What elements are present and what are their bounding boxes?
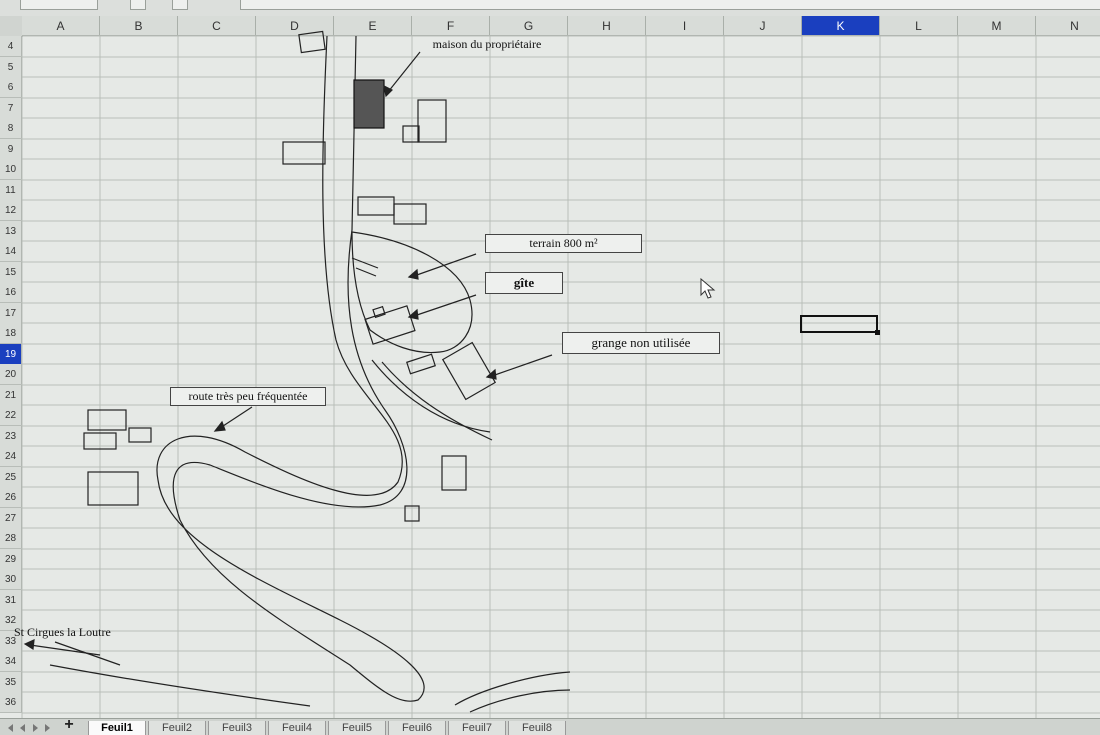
sheet-tab-6[interactable]: Feuil6	[388, 721, 446, 735]
cell-grid[interactable]	[0, 0, 1100, 734]
town-label: St Cirgues la Loutre	[14, 625, 111, 639]
fill-handle[interactable]	[875, 330, 880, 335]
sheet-tab-bar: + Feuil1 Feuil2 Feuil3 Feuil4 Feuil5 Feuil6 Fe…	[0, 717, 1100, 735]
owner-house-label: maison du propriétaire	[432, 37, 542, 51]
sheet-tab-1[interactable]: Feuil1	[88, 721, 146, 735]
sheet-tab-2[interactable]: Feuil2	[148, 721, 206, 735]
next-sheet-nav-icon[interactable]	[33, 724, 38, 732]
prev-sheet-nav-icon[interactable]	[20, 724, 25, 732]
spreadsheet-window: ABCDEFGHIJKLMN 4 5 6 7 8 9 10 11 12 13 14 15 16 17 18 1…	[0, 0, 1100, 735]
last-sheet-nav-icon[interactable]	[45, 724, 50, 732]
land-label: terrain 800 m²	[485, 234, 642, 253]
first-sheet-nav-icon[interactable]	[8, 724, 13, 732]
gite-label: gîte	[485, 272, 563, 294]
add-sheet-button[interactable]: +	[62, 717, 76, 733]
barn-label: grange non utilisée	[562, 332, 720, 354]
sheet-tab-8[interactable]: Feuil8	[508, 721, 566, 735]
mouse-pointer-icon	[700, 278, 716, 299]
sheet-tab-7[interactable]: Feuil7	[448, 721, 506, 735]
selected-cell-k19[interactable]	[800, 315, 878, 333]
road-label: route très peu fréquentée	[170, 387, 326, 406]
sheet-tab-4[interactable]: Feuil4	[268, 721, 326, 735]
sheet-tab-5[interactable]: Feuil5	[328, 721, 386, 735]
sheet-tab-3[interactable]: Feuil3	[208, 721, 266, 735]
